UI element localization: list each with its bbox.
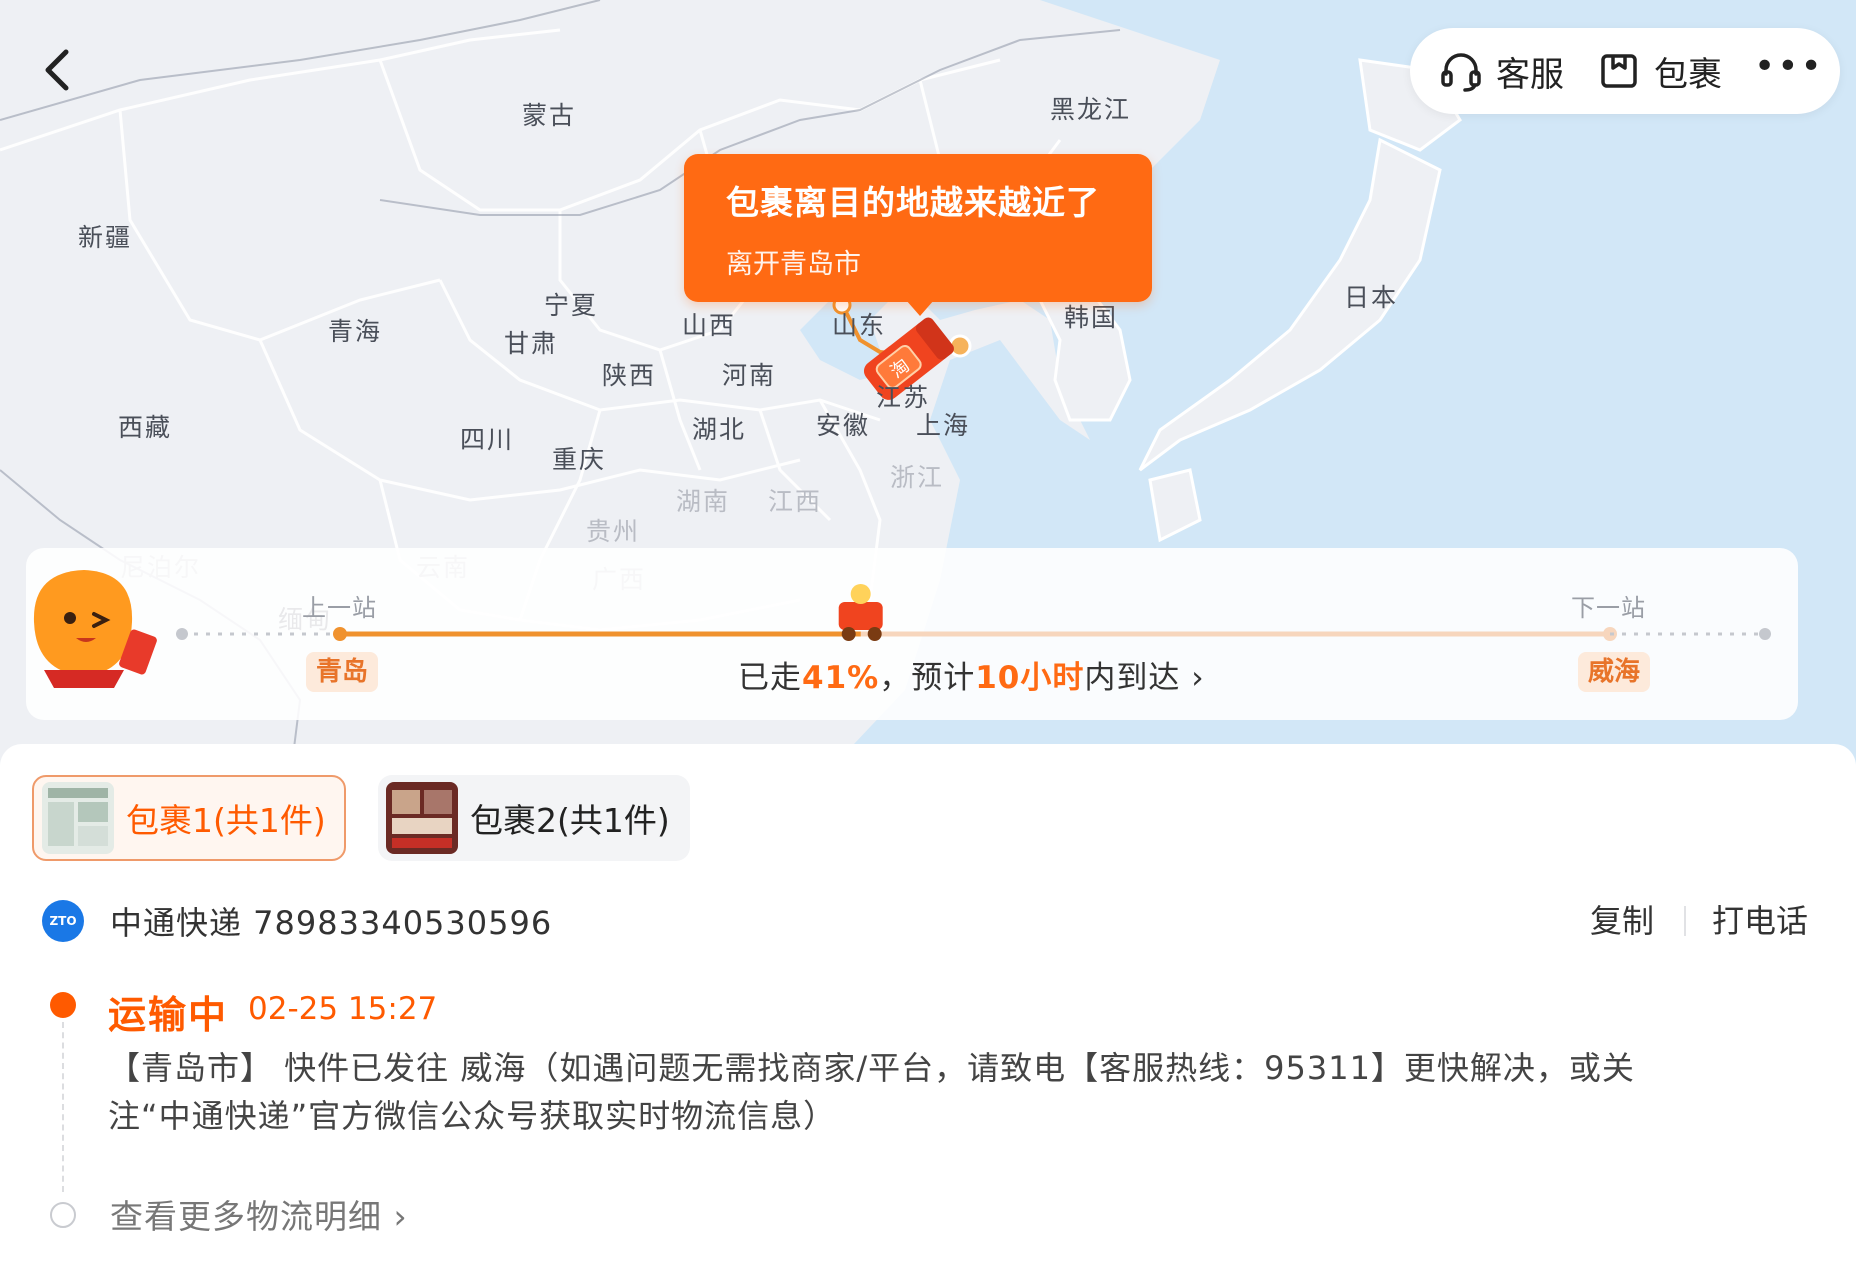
- customer-service-button[interactable]: 客服: [1438, 47, 1564, 96]
- bubble-tail: [906, 300, 934, 316]
- prev-station-caption: 上一站: [302, 594, 377, 622]
- region-label: 青海: [328, 317, 383, 346]
- divider: [1684, 906, 1686, 936]
- region-label: 蒙古: [522, 101, 577, 130]
- timeline-end-dot: [50, 1202, 76, 1228]
- chevron-left-icon: [45, 49, 69, 91]
- more-options-button[interactable]: •••: [1754, 46, 1824, 87]
- region-label: 山西: [682, 311, 737, 340]
- more-logistics-details-link[interactable]: 查看更多物流明细 ›: [110, 1190, 408, 1238]
- call-button[interactable]: 打电话: [1712, 896, 1808, 942]
- progress-suffix: 内到达: [1084, 660, 1181, 696]
- package-label: 包裹: [1654, 54, 1722, 95]
- courier-name-and-tracking-number: 中通快递 78983340530596: [110, 904, 553, 942]
- back-button[interactable]: [30, 40, 90, 100]
- region-label: 贵州: [586, 517, 641, 546]
- next-station-tag: 威海: [1578, 652, 1651, 692]
- region-label: 日本: [1344, 283, 1399, 312]
- top-action-bar: 客服 包裹 •••: [1410, 28, 1840, 114]
- package-button[interactable]: 包裹: [1596, 47, 1722, 96]
- next-station-caption: 下一站: [1571, 594, 1646, 622]
- progress-prefix: 已走: [738, 660, 802, 696]
- prev-station-tag: 青岛: [306, 652, 379, 692]
- region-label: 韩国: [1064, 303, 1119, 332]
- bubble-title: 包裹离目的地越来越近了: [726, 183, 1100, 222]
- progress-summary[interactable]: 已走41%，预计10小时内到达 ›: [738, 652, 1205, 697]
- region-label: 四川: [460, 425, 515, 454]
- status-bubble: 包裹离目的地越来越近了 离开青岛市: [684, 154, 1152, 302]
- package-tab-2[interactable]: 包裹2(共1件): [378, 775, 690, 861]
- region-label: 上海: [916, 411, 971, 440]
- chevron-right-icon: ›: [1191, 660, 1205, 696]
- progress-eta: 10小时: [975, 660, 1085, 696]
- tracking-time: 02-25 15:27: [248, 991, 438, 1027]
- headset-icon: [1441, 53, 1481, 92]
- package-2-thumbnail: [386, 782, 458, 854]
- timeline-current-dot: [50, 992, 76, 1018]
- tracking-status: 运输中: [108, 993, 229, 1037]
- region-label: 新疆: [78, 223, 133, 252]
- tracking-description: 【青岛市】 快件已发往 威海（如遇问题无需找商家/平台，请致电【客服热线：953…: [108, 1049, 1635, 1135]
- region-label: 西藏: [118, 413, 173, 442]
- timeline-line: [62, 1022, 64, 1192]
- region-label: 湖南: [676, 487, 731, 516]
- region-label: 重庆: [552, 445, 607, 474]
- customer-service-label: 客服: [1496, 54, 1564, 95]
- region-label: 河南: [722, 361, 777, 390]
- region-label: 湖北: [692, 415, 747, 444]
- region-label: 江西: [768, 487, 823, 516]
- package-tab-2-label: 包裹2(共1件): [470, 801, 670, 840]
- zto-logo-icon: ZTO: [42, 900, 84, 942]
- progress-mid: ，预计: [879, 660, 976, 696]
- progress-percent: 41%: [802, 660, 880, 696]
- region-label: 黑龙江: [1050, 95, 1132, 124]
- package-box-icon: [1601, 54, 1637, 88]
- region-label: 山东: [832, 311, 887, 340]
- bubble-subtitle: 离开青岛市: [726, 249, 861, 280]
- copy-button[interactable]: 复制: [1590, 896, 1654, 942]
- package-tab-1-label: 包裹1(共1件): [126, 801, 326, 840]
- region-label: 浙江: [890, 463, 945, 492]
- package-1-thumbnail: [42, 782, 114, 854]
- region-label: 宁夏: [544, 291, 599, 320]
- package-tab-1[interactable]: 包裹1(共1件): [32, 775, 346, 861]
- region-label: 陕西: [602, 361, 657, 390]
- courier-row: ZTO 中通快递 78983340530596 复制 打电话: [42, 896, 1822, 946]
- region-label: 安徽: [816, 411, 871, 440]
- region-label: 甘肃: [504, 329, 559, 358]
